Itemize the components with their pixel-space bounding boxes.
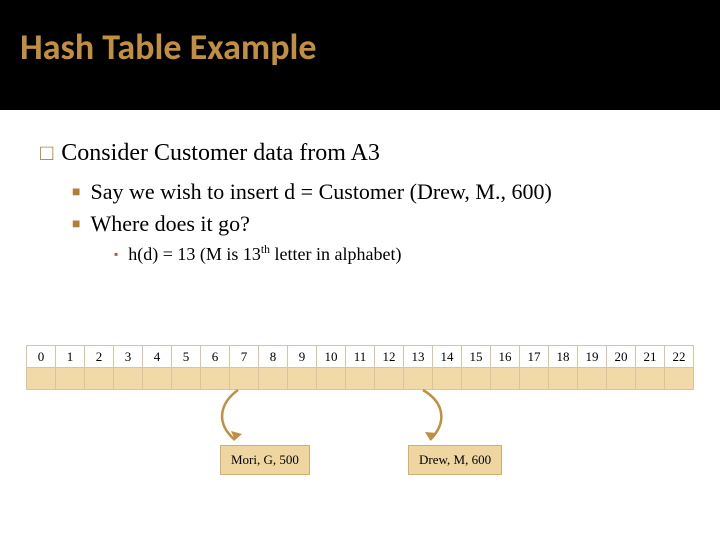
slot-cell: [607, 368, 636, 390]
square-bullet-icon: □: [40, 140, 53, 166]
index-cell: 11: [346, 346, 375, 368]
bullet-level3: ▪ h(d) = 13 (M is 13th letter in alphabe…: [114, 243, 680, 265]
title-bar: Hash Table Example: [0, 0, 720, 110]
slot-cell: [433, 368, 462, 390]
bullet-level2-a: ■ Say we wish to insert d = Customer (Dr…: [72, 179, 680, 205]
square-bullet-icon: ■: [72, 217, 80, 233]
slot-cell: [143, 368, 172, 390]
l3-pre: h(d) = 13 (M is 13: [128, 244, 261, 264]
index-cell: 22: [665, 346, 694, 368]
slot-cell: [201, 368, 230, 390]
bullet-l3-text: h(d) = 13 (M is 13th letter in alphabet): [128, 243, 401, 265]
label-box-mori: Mori, G, 500: [220, 445, 310, 475]
index-cell: 19: [578, 346, 607, 368]
content-area: □ Consider Customer data from A3 ■ Say w…: [0, 110, 720, 265]
slot-cell: [578, 368, 607, 390]
slot-cell: [636, 368, 665, 390]
bullet-level1: □ Consider Customer data from A3: [40, 140, 680, 167]
index-cell: 10: [317, 346, 346, 368]
hash-table-grid: 012345678910111213141516171819202122: [26, 345, 694, 390]
bullet-l2b-text: Where does it go?: [90, 211, 249, 237]
index-cell: 21: [636, 346, 665, 368]
l3-post: letter in alphabet): [270, 244, 401, 264]
index-cell: 14: [433, 346, 462, 368]
square-bullet-icon: ▪: [114, 247, 118, 262]
index-cell: 4: [143, 346, 172, 368]
label-box-drew: Drew, M, 600: [408, 445, 502, 475]
index-cell: 13: [404, 346, 433, 368]
data-row: [27, 368, 694, 390]
index-cell: 7: [230, 346, 259, 368]
slot-cell: [230, 368, 259, 390]
slide-title: Hash Table Example: [20, 25, 700, 69]
index-cell: 3: [114, 346, 143, 368]
square-bullet-icon: ■: [72, 185, 80, 201]
l3-sup: th: [261, 243, 270, 256]
index-cell: 5: [172, 346, 201, 368]
slot-cell: [491, 368, 520, 390]
index-cell: 20: [607, 346, 636, 368]
index-cell: 15: [462, 346, 491, 368]
bullet-l1-text: Consider Customer data from A3: [61, 140, 380, 167]
slot-cell: [56, 368, 85, 390]
arrow-drew: [405, 388, 465, 448]
index-cell: 18: [549, 346, 578, 368]
bullet-l2a-text: Say we wish to insert d = Customer (Drew…: [90, 179, 551, 205]
index-cell: 6: [201, 346, 230, 368]
slot-cell: [549, 368, 578, 390]
hash-table: 012345678910111213141516171819202122: [26, 345, 694, 390]
slot-cell: [404, 368, 433, 390]
index-cell: 16: [491, 346, 520, 368]
slot-cell: [85, 368, 114, 390]
slot-cell: [665, 368, 694, 390]
index-cell: 2: [85, 346, 114, 368]
index-cell: 9: [288, 346, 317, 368]
slot-cell: [288, 368, 317, 390]
slot-cell: [172, 368, 201, 390]
index-cell: 8: [259, 346, 288, 368]
index-cell: 17: [520, 346, 549, 368]
slot-cell: [346, 368, 375, 390]
slot-cell: [27, 368, 56, 390]
slot-cell: [114, 368, 143, 390]
index-cell: 12: [375, 346, 404, 368]
index-cell: 1: [56, 346, 85, 368]
arrow-mori: [200, 388, 260, 448]
slot-cell: [259, 368, 288, 390]
index-row: 012345678910111213141516171819202122: [27, 346, 694, 368]
bullet-level2-b: ■ Where does it go?: [72, 211, 680, 237]
slot-cell: [462, 368, 491, 390]
index-cell: 0: [27, 346, 56, 368]
slot-cell: [375, 368, 404, 390]
slot-cell: [317, 368, 346, 390]
slot-cell: [520, 368, 549, 390]
